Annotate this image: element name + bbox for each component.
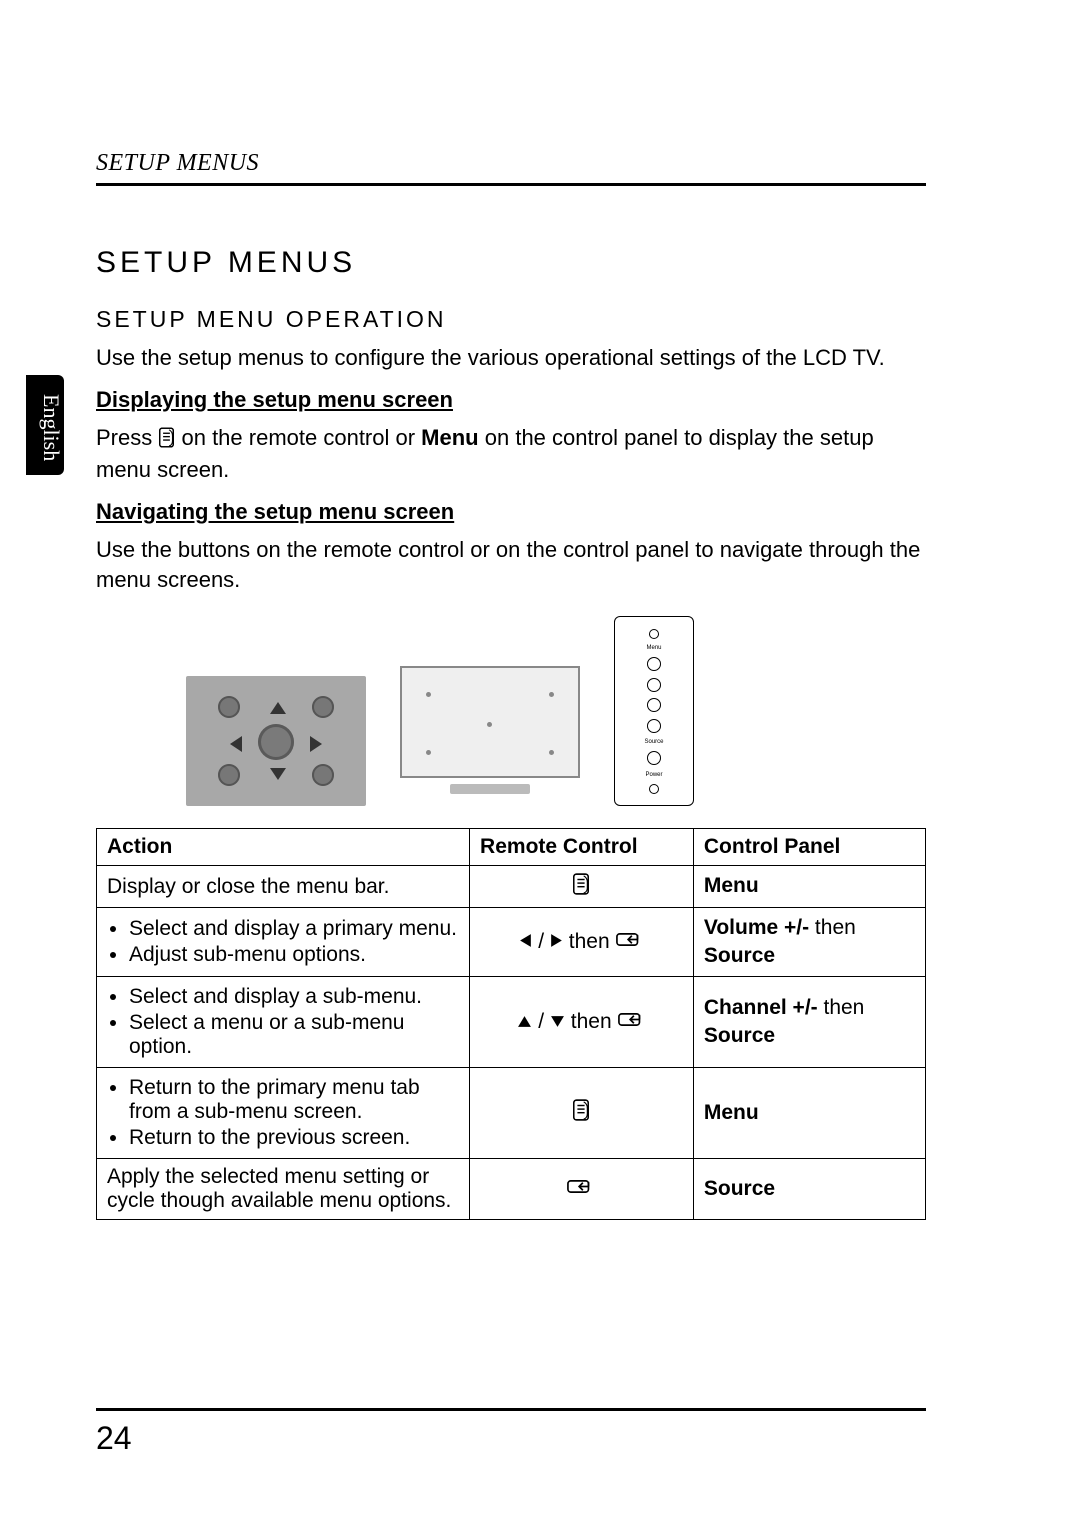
menu-label: Menu	[421, 425, 478, 450]
remote-cell	[470, 1159, 694, 1220]
table-row: Select and display a primary menu. Adjus…	[97, 907, 926, 977]
side-button-label: Menu	[646, 645, 661, 651]
top-rule	[96, 183, 926, 186]
side-button	[647, 751, 661, 765]
panel-label: Menu	[704, 874, 759, 897]
figure-tv-back	[390, 656, 590, 806]
panel-label: Source	[704, 1024, 775, 1047]
table-header-row: Action Remote Control Control Panel	[97, 829, 926, 866]
menu-icon	[158, 426, 175, 456]
remote-cell: / then	[470, 907, 694, 977]
side-button	[647, 657, 661, 671]
text-fragment: Press	[96, 425, 158, 450]
figures-row: Menu Source Power	[186, 616, 926, 806]
action-cell: Select and display a primary menu. Adjus…	[97, 907, 470, 977]
table-row: Return to the primary menu tab from a su…	[97, 1068, 926, 1159]
col-remote: Remote Control	[470, 829, 694, 866]
text-fragment: then	[818, 996, 865, 1019]
enter-icon	[616, 930, 644, 953]
page-content: SETUP MENUS SETUP MENUS SETUP MENU OPERA…	[96, 150, 926, 1220]
table-row: Display or close the menu bar. Menu	[97, 866, 926, 907]
subsection-displaying: Displaying the setup menu screen	[96, 387, 926, 413]
action-item: Return to the previous screen.	[129, 1126, 459, 1150]
side-button	[649, 629, 659, 639]
panel-label: Volume +/-	[704, 916, 809, 939]
side-button-label: Source	[644, 739, 663, 745]
table-row: Apply the selected menu setting or cycle…	[97, 1159, 926, 1220]
panel-label: Source	[704, 944, 775, 967]
page-title: SETUP MENUS	[96, 246, 926, 280]
panel-label: Source	[704, 1177, 775, 1200]
action-cell: Return to the primary menu tab from a su…	[97, 1068, 470, 1159]
action-item: Return to the primary menu tab from a su…	[129, 1076, 459, 1124]
menu-icon	[572, 1103, 590, 1126]
then-label: then	[569, 930, 610, 953]
side-button	[647, 678, 661, 692]
language-tab: English	[26, 375, 64, 475]
side-button	[649, 784, 659, 794]
action-item: Adjust sub-menu options.	[129, 943, 459, 967]
up-arrow-icon	[517, 1010, 532, 1033]
action-item: Select and display a sub-menu.	[129, 985, 459, 1009]
action-cell: Display or close the menu bar.	[97, 866, 470, 907]
side-button	[647, 698, 661, 712]
panel-label: Channel +/-	[704, 996, 818, 1019]
operations-table: Action Remote Control Control Panel Disp…	[96, 828, 926, 1220]
action-item: Select and display a primary menu.	[129, 917, 459, 941]
text-fragment: on the remote control or	[181, 425, 421, 450]
action-cell: Apply the selected menu setting or cycle…	[97, 1159, 470, 1220]
text-fragment: then	[809, 916, 856, 939]
remote-cell	[470, 1068, 694, 1159]
figure-side-buttons: Menu Source Power	[614, 616, 694, 806]
navigating-text: Use the buttons on the remote control or…	[96, 535, 926, 594]
figure-remote-dpad	[186, 676, 366, 806]
enter-icon	[618, 1010, 646, 1033]
remote-cell: / then	[470, 977, 694, 1068]
bottom-rule	[96, 1408, 926, 1411]
menu-icon	[572, 877, 590, 900]
action-cell: Select and display a sub-menu. Select a …	[97, 977, 470, 1068]
page-number: 24	[96, 1420, 132, 1457]
subsection-navigating: Navigating the setup menu screen	[96, 499, 926, 525]
enter-icon	[567, 1177, 595, 1200]
panel-cell: Source	[693, 1159, 925, 1220]
panel-cell: Channel +/- then Source	[693, 977, 925, 1068]
action-item: Select a menu or a sub-menu option.	[129, 1011, 459, 1059]
panel-cell: Menu	[693, 1068, 925, 1159]
panel-cell: Menu	[693, 866, 925, 907]
table-row: Select and display a sub-menu. Select a …	[97, 977, 926, 1068]
down-arrow-icon	[550, 1010, 565, 1033]
section-title: SETUP MENU OPERATION	[96, 306, 926, 333]
remote-cell	[470, 866, 694, 907]
then-label: then	[571, 1010, 612, 1033]
panel-cell: Volume +/- then Source	[693, 907, 925, 977]
running-head: SETUP MENUS	[96, 150, 926, 177]
side-button	[647, 719, 661, 733]
displaying-text: Press on the remote control or Menu on t…	[96, 423, 926, 485]
col-action: Action	[97, 829, 470, 866]
slash: /	[538, 930, 550, 953]
panel-label: Menu	[704, 1101, 759, 1124]
intro-text: Use the setup menus to configure the var…	[96, 343, 926, 373]
side-button-label: Power	[645, 772, 662, 778]
slash: /	[538, 1010, 550, 1033]
left-arrow-icon	[519, 930, 532, 953]
col-panel: Control Panel	[693, 829, 925, 866]
right-arrow-icon	[550, 930, 563, 953]
